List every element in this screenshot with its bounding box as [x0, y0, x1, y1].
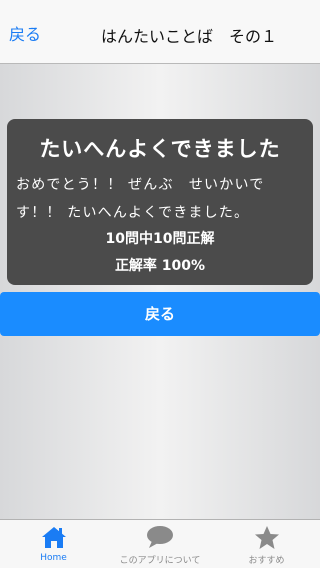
result-count: 10問中10問正解 [105, 231, 215, 247]
tab-home[interactable]: Home [0, 520, 107, 568]
tab-about[interactable]: このアプリについて [107, 520, 213, 568]
tab-about-label: このアプリについて [119, 556, 201, 566]
tab-home-label: Home [40, 553, 67, 563]
result-rate: 正解率 100% [114, 258, 206, 274]
page-title: はんたいことば その１ [100, 27, 277, 46]
star-icon [254, 525, 280, 554]
result-panel: たいへんよくできました おめでとう！！ ぜんぶ せいかいです！！ たいへんよくで… [7, 119, 313, 285]
result-message: おめでとう！！ ぜんぶ せいかいです！！ たいへんよくできました。 [16, 177, 265, 221]
nav-back-button[interactable]: 戻る [9, 20, 41, 50]
result-headline: たいへんよくできました [39, 137, 281, 161]
home-icon [41, 525, 67, 553]
chat-bubble-icon [146, 525, 174, 553]
tab-bar: Home このアプリについて おすすめ [0, 519, 320, 568]
screen: 戻る はんたいことば その１ たいへんよくできました おめでとう！！ ぜんぶ せ… [0, 0, 320, 568]
back-button[interactable]: 戻る [0, 292, 320, 336]
tab-recommend-label: おすすめ [248, 556, 285, 566]
tab-recommend[interactable]: おすすめ [213, 520, 320, 568]
navigation-bar: 戻る はんたいことば その１ [0, 0, 320, 64]
